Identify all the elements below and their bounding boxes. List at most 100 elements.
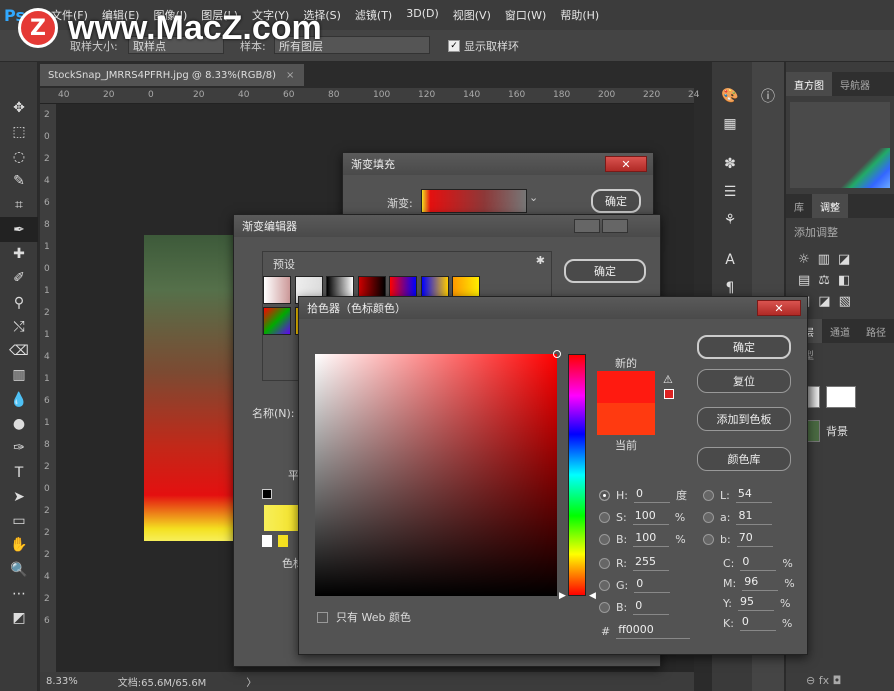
close-tab-icon[interactable]: × (286, 70, 294, 81)
k-input[interactable]: 0 (739, 615, 776, 631)
tab-channels[interactable]: 通道 (822, 319, 858, 343)
b-field[interactable]: B: 100% (599, 531, 686, 547)
g-field[interactable]: G: 0 (599, 577, 676, 593)
bw-icon[interactable]: ◧ (838, 273, 850, 288)
m-field[interactable]: M: 96% (723, 575, 795, 591)
reset-button[interactable]: 复位 (697, 369, 791, 393)
radio-icon[interactable] (599, 557, 610, 569)
eyedropper-tool-icon[interactable]: ✒ (0, 217, 38, 242)
l-field[interactable]: L: 54 (703, 487, 778, 503)
document-tab[interactable]: StockSnap_JMRRS4PFRH.jpg @ 8.33%(RGB/8) … (40, 64, 304, 86)
gradient-tool-icon[interactable]: ▥ (0, 363, 38, 387)
radio-icon[interactable] (599, 511, 610, 523)
color-stop[interactable] (262, 535, 272, 547)
radio-icon[interactable] (703, 533, 714, 545)
eraser-tool-icon[interactable]: ⌫ (0, 339, 38, 363)
radio-icon[interactable] (703, 489, 714, 501)
document-image[interactable] (144, 235, 236, 541)
blur-tool-icon[interactable]: 💧 (0, 388, 38, 412)
preset-swatch[interactable] (263, 276, 291, 304)
threshold-icon[interactable]: ▧ (839, 294, 851, 309)
menu-item[interactable]: 视图(V) (453, 7, 491, 23)
menu-item[interactable]: 滤镜(T) (355, 7, 392, 23)
m-input[interactable]: 96 (742, 575, 779, 591)
s-field[interactable]: S: 100% (599, 509, 685, 525)
menu-item[interactable]: 帮助(H) (560, 7, 599, 23)
curves-icon[interactable]: ◪ (838, 252, 850, 267)
status-more-icon[interactable]: 〉 (246, 674, 256, 689)
blue-field[interactable]: B: 0 (599, 599, 675, 615)
hue-slider-left-arrow[interactable]: ▶ (559, 591, 566, 601)
gradient-fill-ok-button[interactable]: 确定 (591, 189, 641, 213)
more-tools-icon[interactable]: ⋯ (0, 582, 38, 606)
b-input[interactable]: 100 (633, 531, 670, 547)
minimize-icon[interactable] (574, 219, 600, 233)
r-field[interactable]: R: 255 (599, 555, 675, 571)
hsl-icon[interactable]: ▤ (798, 273, 810, 288)
balance-icon[interactable]: ⚖ (818, 273, 830, 288)
menu-item[interactable]: 窗口(W) (505, 7, 546, 23)
hue-slider[interactable] (568, 354, 586, 596)
posterize-icon[interactable]: ◪ (818, 294, 830, 309)
path-select-icon[interactable]: ➤ (0, 485, 38, 509)
gear-icon[interactable]: ✱ (536, 254, 545, 267)
zoom-level[interactable]: 8.33% (46, 676, 78, 687)
hex-input[interactable]: ff0000 (616, 623, 691, 639)
checkbox-icon[interactable]: ✓ (448, 40, 460, 52)
stamp-tool-icon[interactable]: ⚲ (0, 290, 38, 314)
add-to-swatches-button[interactable]: 添加到色板 (697, 407, 791, 431)
levels-icon[interactable]: ▥ (818, 252, 830, 267)
gradient-fill-titlebar[interactable]: 渐变填充 ✕ (343, 153, 653, 175)
y-input[interactable]: 95 (737, 595, 774, 611)
type-tool-icon[interactable]: T (0, 460, 38, 484)
show-ring-toggle[interactable]: ✓ 显示取样环 (448, 38, 519, 54)
menu-item[interactable]: 3D(D) (406, 7, 439, 23)
k-field[interactable]: K: 0% (723, 615, 792, 631)
current-color-swatch[interactable] (597, 403, 655, 435)
color-cursor[interactable] (553, 350, 561, 358)
crop-tool-icon[interactable]: ⌗ (0, 193, 38, 217)
warning-icon[interactable]: ⚠ (663, 373, 673, 386)
gamut-swatch[interactable] (664, 389, 674, 399)
color-picker-titlebar[interactable]: 拾色器（色标颜色） ✕ (299, 297, 807, 319)
gradient-preview[interactable] (421, 189, 527, 213)
a-field[interactable]: a: 81 (703, 509, 778, 525)
radio-icon[interactable] (599, 579, 610, 591)
chevron-down-icon[interactable]: ⌄ (529, 191, 541, 211)
history-brush-icon[interactable]: ⤭ (0, 315, 38, 339)
move-tool-icon[interactable]: ✥ (0, 96, 38, 120)
maximize-icon[interactable] (602, 219, 628, 233)
swatches-panel-icon[interactable]: ▦ (712, 110, 748, 138)
c-field[interactable]: C: 0% (723, 555, 793, 571)
clone-source-icon[interactable]: ⚘ (712, 206, 748, 234)
h-input[interactable]: 0 (633, 487, 670, 503)
radio-icon[interactable] (703, 511, 714, 523)
character-panel-icon[interactable]: A (712, 246, 748, 274)
opacity-stop[interactable] (262, 489, 272, 499)
marquee-tool-icon[interactable]: ⬚ (0, 120, 38, 144)
dodge-tool-icon[interactable]: ● (0, 412, 38, 436)
zoom-tool-icon[interactable]: 🔍 (0, 558, 38, 582)
preset-swatch[interactable] (263, 307, 291, 335)
gradient-editor-ok-button[interactable]: 确定 (564, 259, 646, 283)
tab-navigator[interactable]: 导航器 (832, 72, 878, 96)
lasso-tool-icon[interactable]: ◌ (0, 145, 38, 169)
r-input[interactable]: 255 (633, 555, 670, 571)
s-input[interactable]: 100 (632, 509, 669, 525)
color-libraries-button[interactable]: 颜色库 (697, 447, 791, 471)
hand-tool-icon[interactable]: ✋ (0, 533, 38, 557)
color-stop[interactable] (278, 535, 288, 547)
sliders-icon[interactable]: ☰ (712, 178, 748, 206)
radio-icon[interactable] (599, 601, 610, 613)
close-icon[interactable]: ✕ (757, 300, 801, 316)
lab-b-field[interactable]: b: 70 (703, 531, 779, 547)
web-only-toggle[interactable]: 只有 Web 颜色 (317, 609, 411, 625)
saturation-brightness-field[interactable] (315, 350, 561, 596)
gradient-editor-titlebar[interactable]: 渐变编辑器 (234, 215, 660, 237)
quick-select-tool-icon[interactable]: ✎ (0, 169, 38, 193)
h-field[interactable]: H: 0 度 (599, 487, 687, 503)
color-picker-ok-button[interactable]: 确定 (697, 335, 791, 359)
hex-field[interactable]: # ff0000 (601, 623, 696, 639)
info-panel-icon[interactable]: ⓘ (752, 82, 784, 110)
hue-slider-right-arrow[interactable]: ◀ (589, 591, 596, 601)
